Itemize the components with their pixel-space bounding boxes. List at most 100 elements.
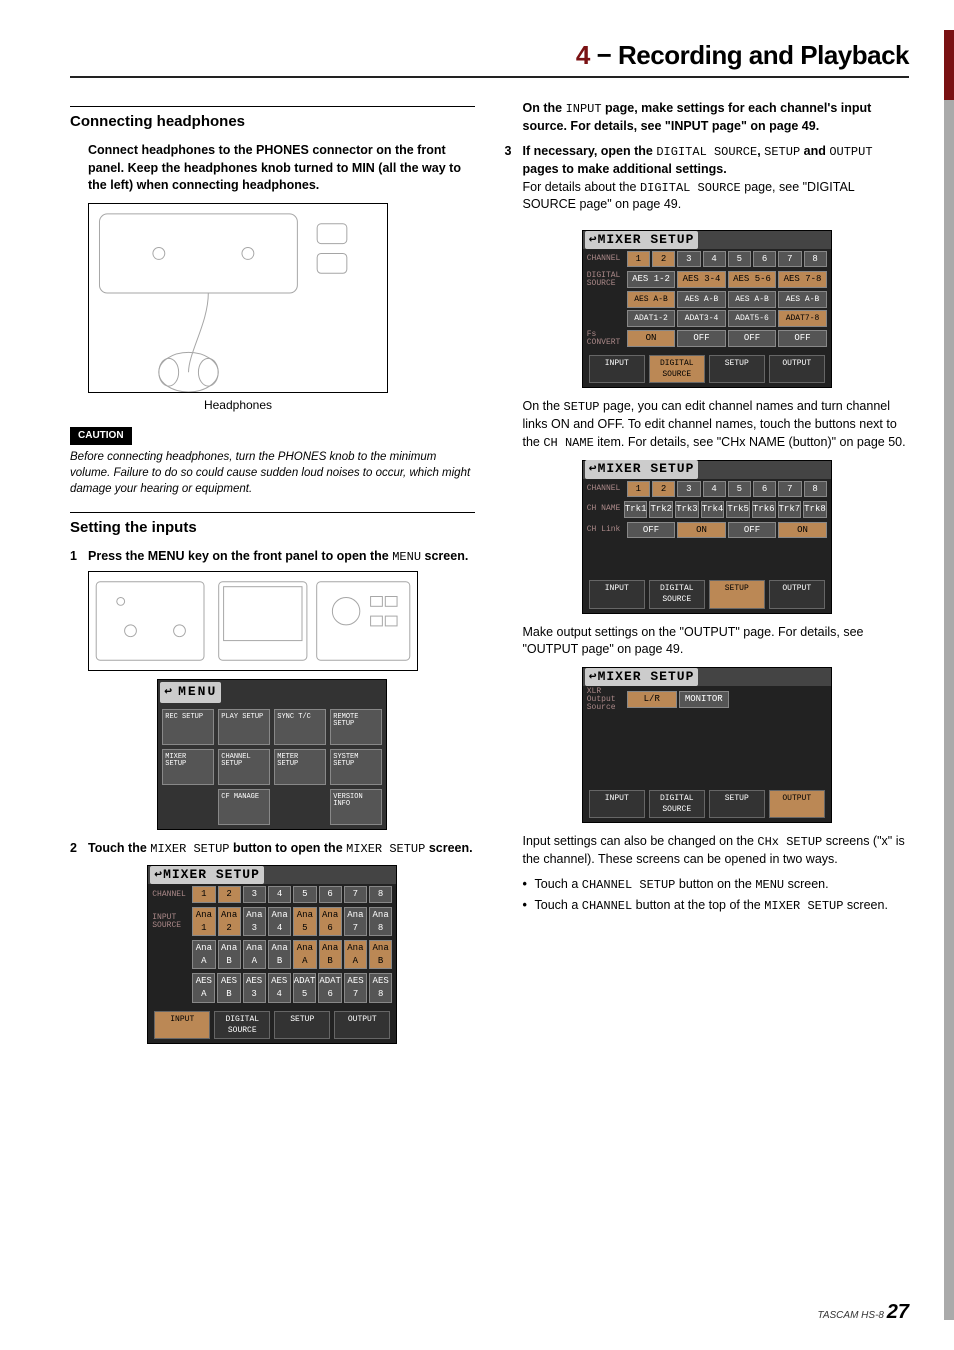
src-r2-8[interactable]: Ana B [369,940,392,969]
dtab-input[interactable]: INPUT [589,355,645,383]
xlr-monitor[interactable]: MONITOR [679,691,729,708]
src-r1-1[interactable]: Ana 1 [192,907,215,936]
dsrc-r3-1[interactable]: ADAT1-2 [627,310,676,327]
otab-input[interactable]: INPUT [589,790,645,818]
dch-3[interactable]: 3 [677,251,700,268]
src-r2-7[interactable]: Ana A [344,940,367,969]
sch-3[interactable]: 3 [677,481,700,498]
chlink-3[interactable]: OFF [728,522,777,539]
stab-input[interactable]: INPUT [589,580,645,608]
channel-5[interactable]: 5 [293,886,316,903]
sch-4[interactable]: 4 [703,481,726,498]
dch-5[interactable]: 5 [728,251,751,268]
dsrc-r3-2[interactable]: ADAT3-4 [677,310,726,327]
dtab-output[interactable]: OUTPUT [769,355,825,383]
otab-output[interactable]: OUTPUT [769,790,825,818]
channel-4[interactable]: 4 [268,886,291,903]
chname-6[interactable]: Trk6 [752,501,776,518]
menu-btn-meter-setup[interactable]: METER SETUP [274,749,326,785]
sch-8[interactable]: 8 [804,481,827,498]
dch-6[interactable]: 6 [753,251,776,268]
dsrc-r2-2[interactable]: AES A-B [677,291,726,308]
src-r2-3[interactable]: Ana A [243,940,266,969]
src-r1-2[interactable]: Ana 2 [218,907,241,936]
src-r2-5[interactable]: Ana A [293,940,316,969]
src-r1-7[interactable]: Ana 7 [344,907,367,936]
menu-btn-mixer-setup[interactable]: MIXER SETUP [162,749,214,785]
fs-2[interactable]: OFF [677,330,726,347]
fs-1[interactable]: ON [627,330,676,347]
channel-6[interactable]: 6 [319,886,342,903]
channel-2[interactable]: 2 [218,886,241,903]
dsrc-r2-1[interactable]: AES A-B [627,291,676,308]
chname-2[interactable]: Trk2 [649,501,673,518]
dsrc-r1-4[interactable]: AES 7-8 [778,271,827,288]
dtab-digital[interactable]: DIGITAL SOURCE [649,355,705,383]
tab-digital[interactable]: DIGITAL SOURCE [214,1011,270,1039]
dch-2[interactable]: 2 [652,251,675,268]
menu-btn-remote-setup[interactable]: REMOTE SETUP [330,709,382,745]
src-r2-1[interactable]: Ana A [192,940,215,969]
src-r3-1[interactable]: AES A [192,973,215,1002]
menu-btn-version-info[interactable]: VERSION INFO [330,789,382,825]
stab-setup[interactable]: SETUP [709,580,765,608]
xlr-lr[interactable]: L/R [627,691,677,708]
sch-1[interactable]: 1 [627,481,650,498]
sch-5[interactable]: 5 [728,481,751,498]
src-r1-4[interactable]: Ana 4 [268,907,291,936]
fs-3[interactable]: OFF [728,330,777,347]
chname-5[interactable]: Trk5 [726,501,750,518]
tab-setup[interactable]: SETUP [274,1011,330,1039]
src-r3-2[interactable]: AES B [217,973,240,1002]
tab-output[interactable]: OUTPUT [334,1011,390,1039]
channel-3[interactable]: 3 [243,886,266,903]
dsrc-r1-2[interactable]: AES 3-4 [677,271,726,288]
dsrc-r3-4[interactable]: ADAT7-8 [778,310,827,327]
channel-1[interactable]: 1 [192,886,215,903]
src-r2-4[interactable]: Ana B [268,940,291,969]
dch-4[interactable]: 4 [703,251,726,268]
stab-digital[interactable]: DIGITAL SOURCE [649,580,705,608]
menu-btn-channel-setup[interactable]: CHANNEL SETUP [218,749,270,785]
menu-btn-system-setup[interactable]: SYSTEM SETUP [330,749,382,785]
src-r3-8[interactable]: AES 8 [369,973,392,1002]
sch-2[interactable]: 2 [652,481,675,498]
menu-btn-cf-manage[interactable]: CF MANAGE [218,789,270,825]
chname-7[interactable]: Trk7 [778,501,802,518]
sch-7[interactable]: 7 [778,481,801,498]
menu-btn-play-setup[interactable]: PLAY SETUP [218,709,270,745]
otab-setup[interactable]: SETUP [709,790,765,818]
chlink-4[interactable]: ON [778,522,827,539]
chlink-2[interactable]: ON [677,522,726,539]
src-r1-5[interactable]: Ana 5 [293,907,316,936]
src-r1-3[interactable]: Ana 3 [243,907,266,936]
dch-1[interactable]: 1 [627,251,650,268]
src-r2-6[interactable]: Ana B [319,940,342,969]
channel-8[interactable]: 8 [369,886,392,903]
src-r2-2[interactable]: Ana B [218,940,241,969]
channel-7[interactable]: 7 [344,886,367,903]
dsrc-r1-1[interactable]: AES 1-2 [627,271,676,288]
dsrc-r3-3[interactable]: ADAT5-6 [728,310,777,327]
src-r3-6[interactable]: ADAT 6 [318,973,342,1002]
chname-3[interactable]: Trk3 [675,501,699,518]
dsrc-r1-3[interactable]: AES 5-6 [728,271,777,288]
src-r1-8[interactable]: Ana 8 [369,907,392,936]
menu-btn-rec-setup[interactable]: REC SETUP [162,709,214,745]
dtab-setup[interactable]: SETUP [709,355,765,383]
src-r3-7[interactable]: AES 7 [344,973,367,1002]
chname-8[interactable]: Trk8 [803,501,827,518]
src-r3-5[interactable]: ADAT 5 [293,973,317,1002]
dsrc-r2-3[interactable]: AES A-B [728,291,777,308]
src-r1-6[interactable]: Ana 6 [319,907,342,936]
otab-digital[interactable]: DIGITAL SOURCE [649,790,705,818]
tab-input[interactable]: INPUT [154,1011,210,1039]
menu-btn-sync-tc[interactable]: SYNC T/C [274,709,326,745]
src-r3-4[interactable]: AES 4 [268,973,291,1002]
chname-4[interactable]: Trk4 [701,501,725,518]
chlink-1[interactable]: OFF [627,522,676,539]
src-r3-3[interactable]: AES 3 [243,973,266,1002]
dch-8[interactable]: 8 [804,251,827,268]
chname-1[interactable]: Trk1 [624,501,648,518]
fs-4[interactable]: OFF [778,330,827,347]
